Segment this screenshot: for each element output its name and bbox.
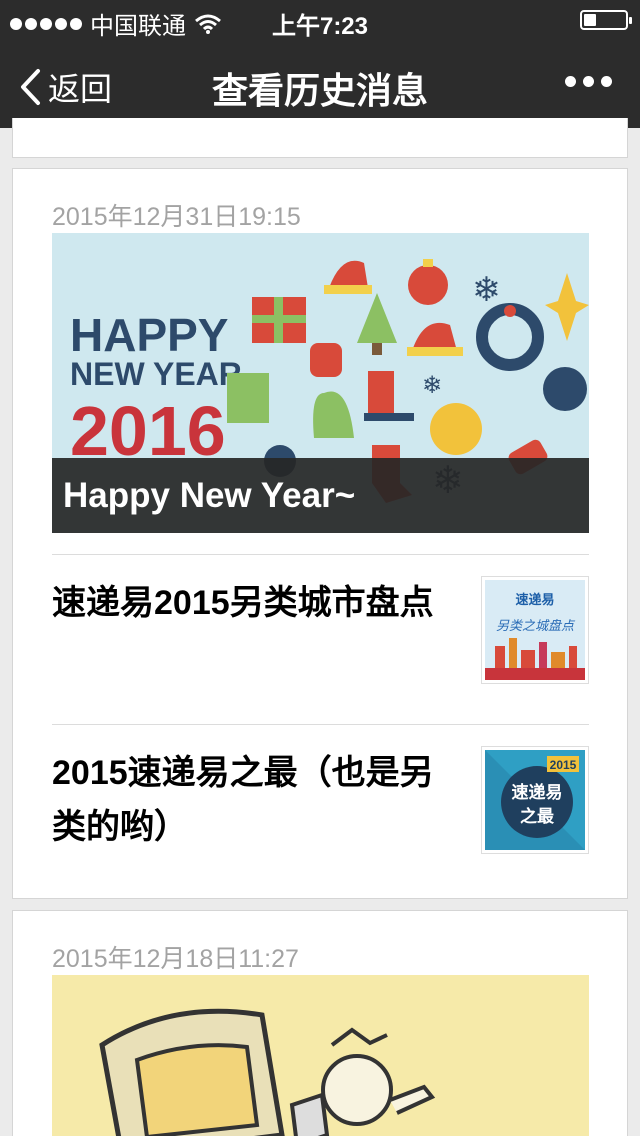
article-item[interactable]: 2015速递易之最（也是另类的哟） 2015 速递易 之最 [52,746,589,856]
article-title: 速递易2015另类城市盘点 [52,584,434,622]
more-dot-icon [565,76,576,87]
thumb-line1: 速递易 [512,782,563,802]
divider [52,724,589,725]
previous-message-card [12,118,628,158]
cover-article[interactable]: HAPPY NEW YEAR 2016 ❄ ❄ Happy New Year~ [52,233,589,533]
thumb-subtitle: 另类之城盘点 [496,618,576,633]
article-title: 2015速递易之最（也是另类的哟） [52,754,434,846]
battery-icon [580,10,632,30]
status-time: 上午7:23 [271,13,369,40]
svg-text:❄: ❄ [472,271,501,309]
message-date: 2015年12月18日11:27 [52,945,299,973]
status-bar: 中国联通 上午7:23 [0,0,640,40]
message-card: 2015年12月31日19:15 HAPPY NEW YEAR 2016 ❄ ❄… [12,168,628,899]
thumb-year: 2015 [550,758,577,772]
article-item[interactable]: 速递易2015另类城市盘点 速递易 另类之城盘点 [52,576,589,686]
thumbnail-image: 2015 速递易 之最 [485,750,585,850]
thumbnail-image: 速递易 另类之城盘点 [485,580,585,680]
cover-image [52,975,589,1136]
page-title: 查看历史消息 [211,70,428,111]
cover-article[interactable] [52,975,589,1136]
thumb-brand: 速递易 [515,592,554,607]
more-options-button[interactable] [565,76,612,87]
more-dot-icon [601,76,612,87]
message-date: 2015年12月31日19:15 [52,203,301,231]
cover-art-line2: NEW YEAR [70,356,242,392]
article-thumbnail: 速递易 另类之城盘点 [481,576,589,684]
navigation-bar: 返回 查看历史消息 [0,40,640,128]
more-dot-icon [583,76,594,87]
cover-art-line1: HAPPY [70,309,228,361]
cover-caption: Happy New Year~ [52,458,589,533]
svg-text:❄: ❄ [422,372,442,399]
battery-fill [584,14,596,26]
divider [52,554,589,555]
message-card: 2015年12月18日11:27 [12,910,628,1136]
article-thumbnail: 2015 速递易 之最 [481,746,589,854]
thumb-line2: 之最 [520,806,555,826]
